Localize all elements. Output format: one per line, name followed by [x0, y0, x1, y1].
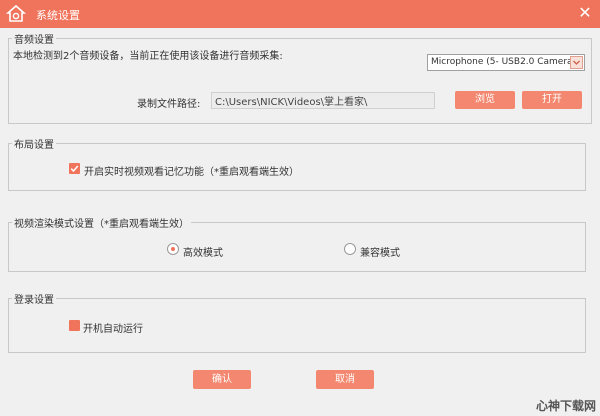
checkmark-icon: [70, 165, 79, 173]
browse-button[interactable]: 浏览: [455, 91, 515, 109]
record-path-field[interactable]: [211, 92, 435, 109]
chevron-down-icon[interactable]: [570, 56, 583, 69]
close-button[interactable]: ✕: [574, 2, 596, 24]
efficient-mode-label[interactable]: 高效模式: [183, 244, 223, 259]
layout-settings-legend: 布局设置: [12, 136, 56, 151]
memory-checkbox-label[interactable]: 开启实时视频观看记忆功能（*重启观看端生效）: [84, 163, 299, 178]
audio-settings-legend: 音频设置: [12, 31, 56, 46]
audio-device-select[interactable]: Microphone (5- USB2.0 Camera): [427, 54, 585, 71]
window-title: 系统设置: [36, 9, 80, 22]
app-logo-icon: [6, 4, 26, 22]
memory-checkbox[interactable]: [69, 163, 80, 174]
record-path-label: 录制文件路径:: [137, 99, 201, 110]
autostart-label[interactable]: 开机自动运行: [83, 320, 143, 335]
autostart-checkbox[interactable]: [69, 320, 80, 331]
title-bar: 系统设置 ✕: [0, 0, 600, 28]
compatible-mode-label[interactable]: 兼容模式: [360, 244, 400, 259]
close-icon[interactable]: ✕: [578, 3, 591, 22]
audio-detected-text: 本地检测到2个音频设备，当前正在使用该设备进行音频采集:: [13, 51, 283, 62]
site-watermark: 心神下载网: [535, 399, 596, 413]
render-mode-legend: 视频渲染模式设置（*重启观看端生效）: [12, 215, 191, 230]
login-settings-legend: 登录设置: [12, 291, 56, 306]
audio-device-value: Microphone (5- USB2.0 Camera): [431, 57, 577, 67]
cancel-button[interactable]: 取消: [316, 370, 374, 389]
confirm-button[interactable]: 确认: [193, 370, 251, 389]
open-button[interactable]: 打开: [522, 91, 582, 109]
efficient-mode-radio[interactable]: [167, 243, 179, 255]
radio-selected-dot: [171, 247, 175, 251]
compatible-mode-radio[interactable]: [344, 243, 356, 255]
